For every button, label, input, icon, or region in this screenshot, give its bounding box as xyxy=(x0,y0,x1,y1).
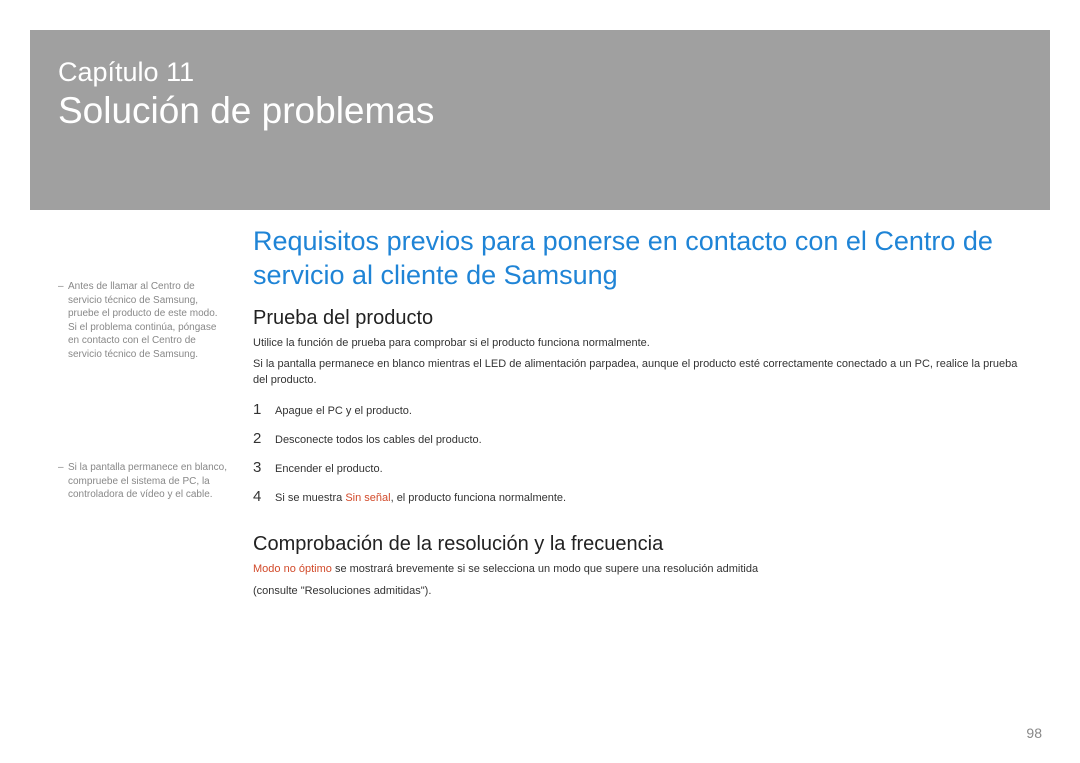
content-area: – Antes de llamar al Centro de servicio … xyxy=(30,225,1050,733)
chapter-title: Solución de problemas xyxy=(58,90,1022,132)
step-item: 4 Si se muestra Sin señal, el producto f… xyxy=(253,488,1022,505)
step-text: Apague el PC y el producto. xyxy=(275,405,412,417)
step-number: 3 xyxy=(253,459,275,476)
subsection-heading: Prueba del producto xyxy=(253,307,1022,330)
side-notes: – Antes de llamar al Centro de servicio … xyxy=(58,280,228,602)
side-note-text: Si la pantalla permanece en blanco, comp… xyxy=(68,461,228,502)
side-note: – Si la pantalla permanece en blanco, co… xyxy=(58,461,228,502)
paragraph-rest: se mostrará brevemente si se selecciona … xyxy=(332,563,758,575)
paragraph: Utilice la función de prueba para compro… xyxy=(253,336,1022,352)
step-item: 1 Apague el PC y el producto. xyxy=(253,401,1022,418)
step-item: 3 Encender el producto. xyxy=(253,459,1022,476)
step-number: 4 xyxy=(253,488,275,505)
step-text-prefix: Si se muestra xyxy=(275,492,345,504)
main-column: Requisitos previos para ponerse en conta… xyxy=(253,225,1022,600)
section-heading-primary: Requisitos previos para ponerse en conta… xyxy=(253,225,1022,293)
ordered-steps: 1 Apague el PC y el producto. 2 Desconec… xyxy=(253,401,1022,505)
dash-icon: – xyxy=(58,280,68,361)
page-root: Capítulo 11 Solución de problemas – Ante… xyxy=(0,0,1080,763)
chapter-label: Capítulo 11 xyxy=(58,58,1022,88)
step-text-suffix: , el producto funciona normalmente. xyxy=(391,492,567,504)
dash-icon: – xyxy=(58,461,68,502)
step-text: Si se muestra Sin señal, el producto fun… xyxy=(275,492,566,504)
paragraph: (consulte "Resoluciones admitidas"). xyxy=(253,584,1022,600)
paragraph: Si la pantalla permanece en blanco mient… xyxy=(253,357,1022,389)
step-text: Encender el producto. xyxy=(275,463,383,475)
step-item: 2 Desconecte todos los cables del produc… xyxy=(253,430,1022,447)
step-number: 1 xyxy=(253,401,275,418)
highlight-red: Sin señal xyxy=(345,492,390,504)
highlight-red: Modo no óptimo xyxy=(253,563,332,575)
paragraph: Modo no óptimo se mostrará brevemente si… xyxy=(253,562,1022,578)
subsection-heading: Comprobación de la resolución y la frecu… xyxy=(253,533,1022,556)
chapter-header: Capítulo 11 Solución de problemas xyxy=(30,30,1050,210)
page-number: 98 xyxy=(1026,725,1042,741)
side-note-text: Antes de llamar al Centro de servicio té… xyxy=(68,280,228,361)
step-number: 2 xyxy=(253,430,275,447)
side-note: – Antes de llamar al Centro de servicio … xyxy=(58,280,228,361)
step-text: Desconecte todos los cables del producto… xyxy=(275,434,482,446)
